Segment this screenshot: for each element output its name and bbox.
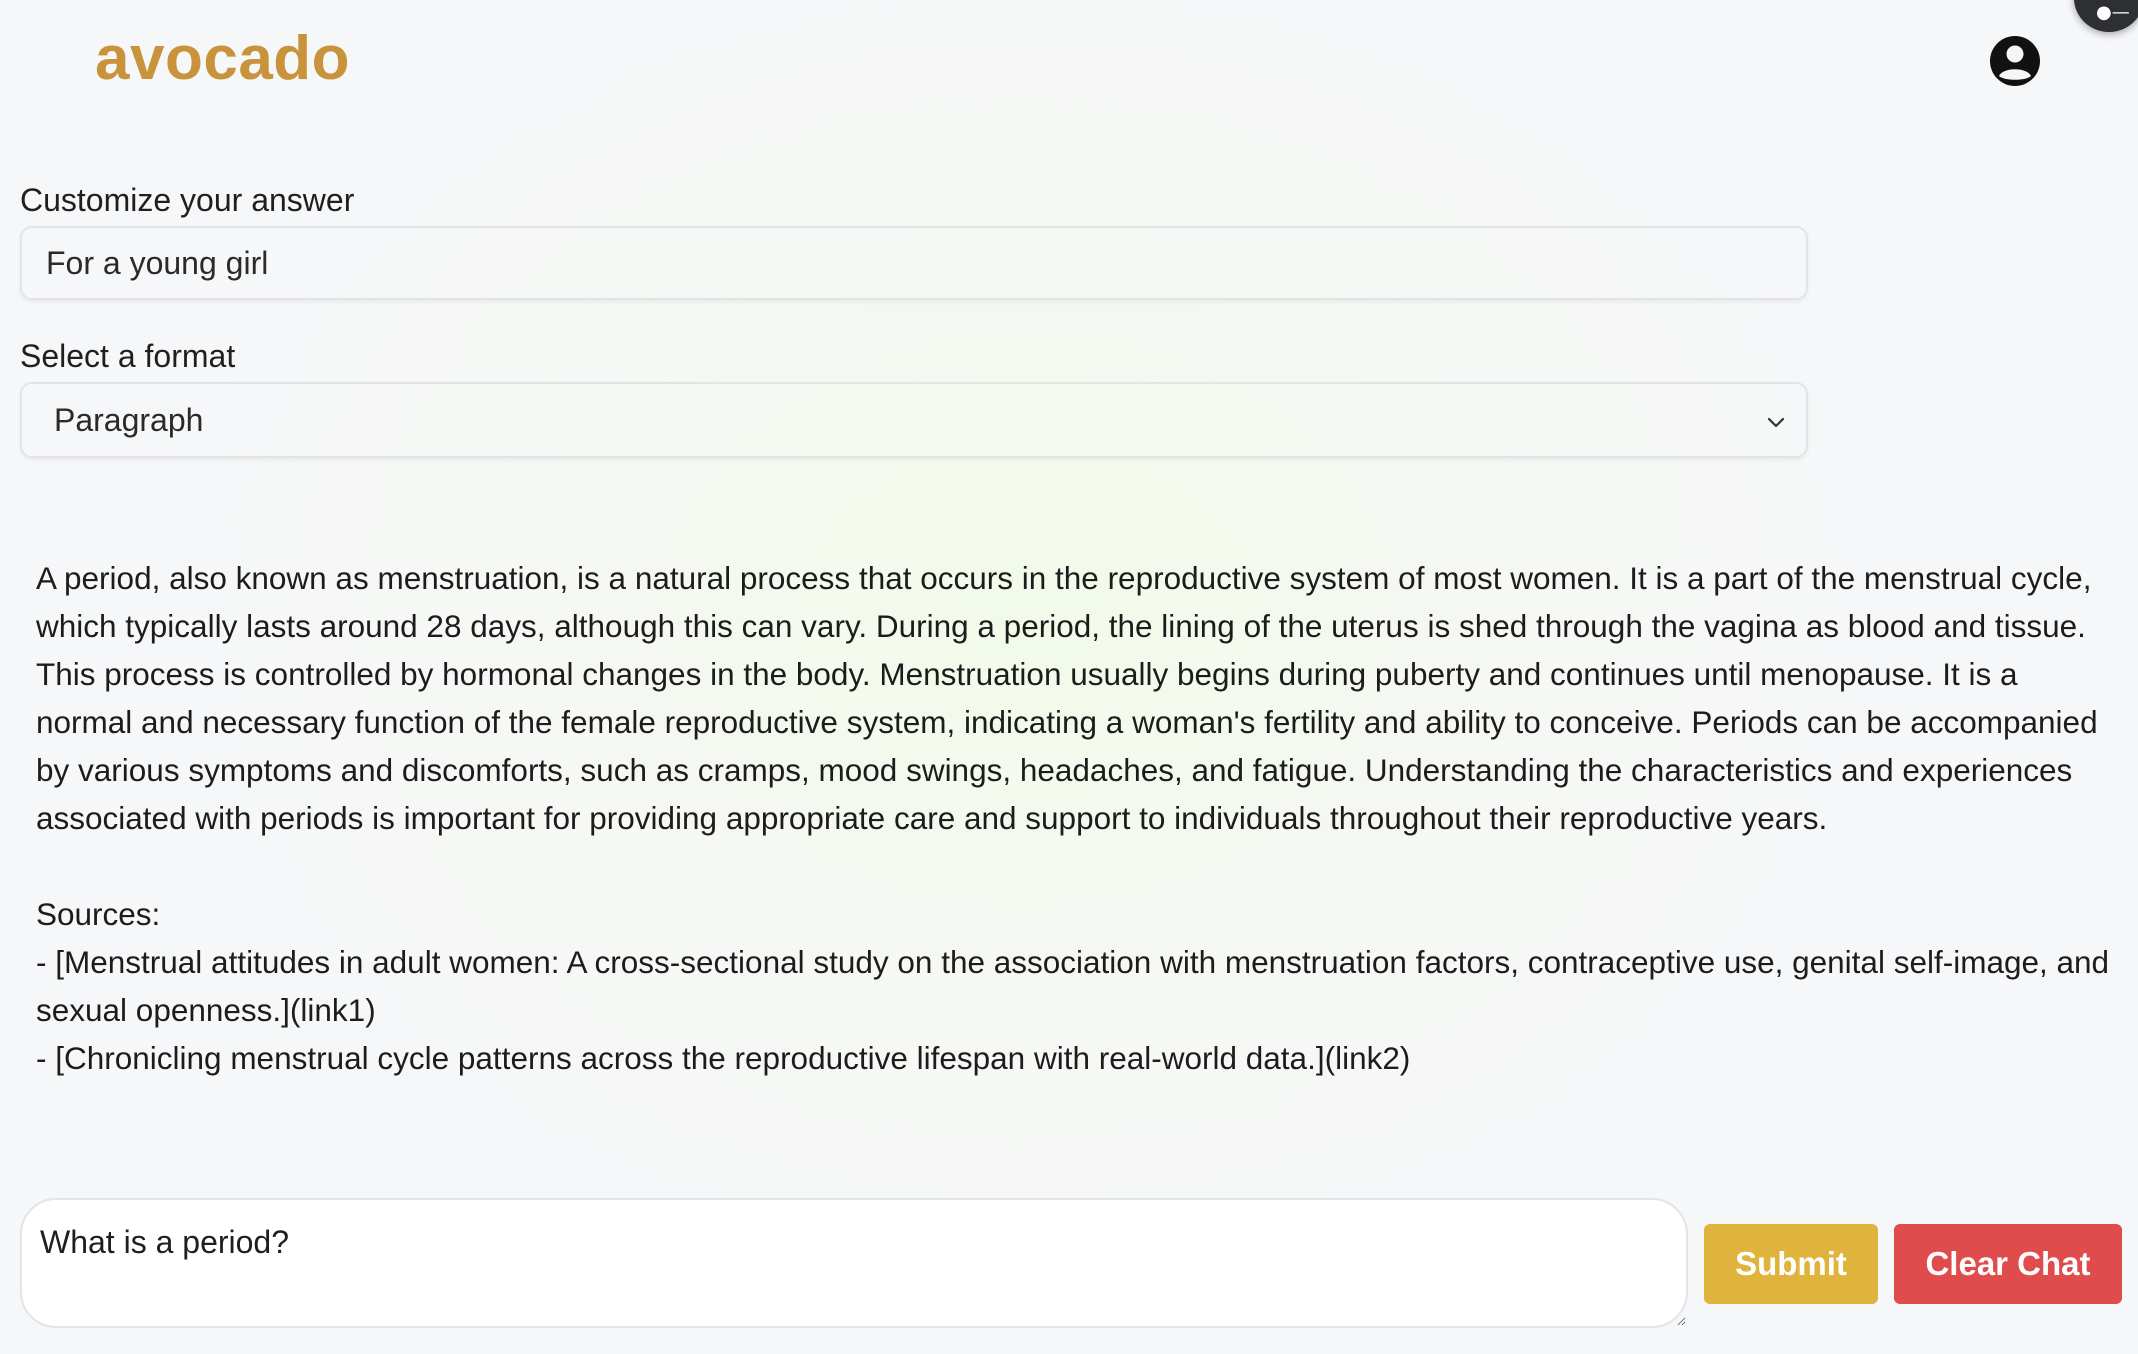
clear-chat-button[interactable]: Clear Chat bbox=[1894, 1224, 2122, 1304]
format-select[interactable]: Paragraph bbox=[20, 382, 1808, 458]
format-label: Select a format bbox=[20, 338, 236, 374]
sources-heading: Sources: bbox=[36, 896, 161, 932]
chat-input[interactable]: What is a period? bbox=[20, 1198, 1688, 1328]
answer-paragraph: A period, also known as menstruation, is… bbox=[36, 560, 2098, 836]
submit-button[interactable]: Submit bbox=[1704, 1224, 1878, 1304]
chevron-down-icon bbox=[1767, 417, 1785, 428]
answer-panel: A period, also known as menstruation, is… bbox=[36, 554, 2116, 1082]
format-selected-value: Paragraph bbox=[54, 402, 204, 438]
source-item: - [Menstrual attitudes in adult women: A… bbox=[36, 944, 2110, 1028]
customize-label: Customize your answer bbox=[20, 182, 355, 218]
customize-answer-input[interactable] bbox=[20, 226, 1808, 300]
source-item: - [Chronicling menstrual cycle patterns … bbox=[36, 1040, 1411, 1076]
user-circle-icon[interactable] bbox=[1988, 34, 2042, 88]
accessibility-badge-icon[interactable]: ●— bbox=[2074, 0, 2138, 32]
app-logo: avocado bbox=[95, 24, 351, 93]
